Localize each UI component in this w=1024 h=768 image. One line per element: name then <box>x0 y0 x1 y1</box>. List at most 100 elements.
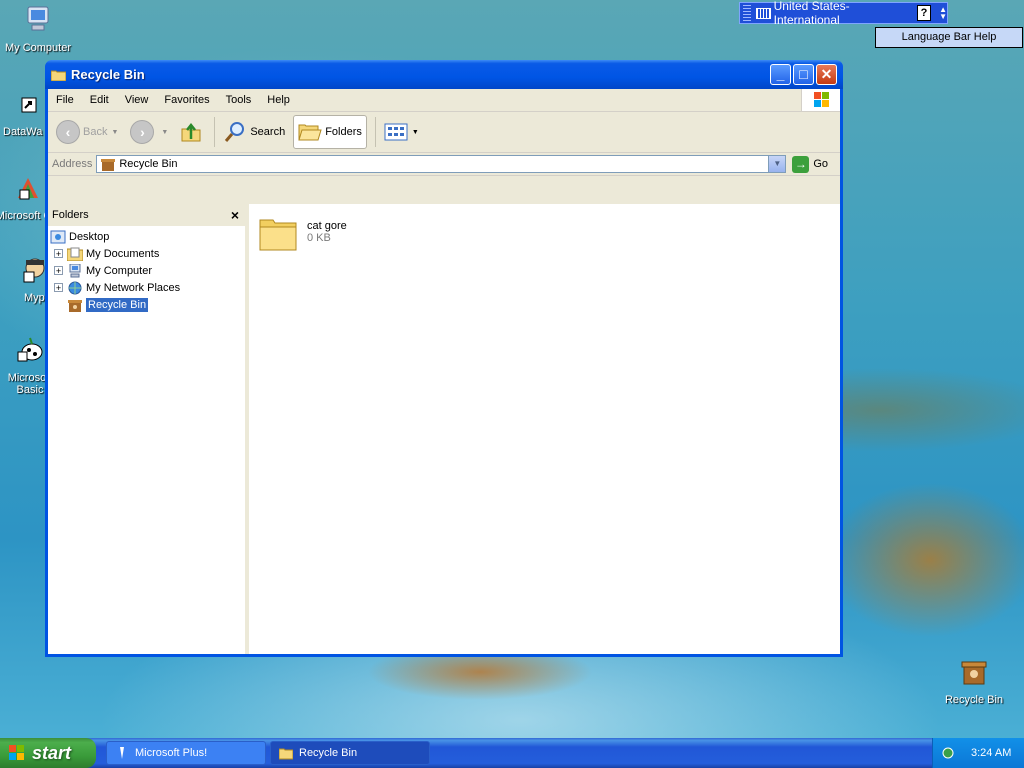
menu-tools[interactable]: Tools <box>218 94 260 106</box>
microsoft-plus-icon <box>120 747 124 759</box>
desktop-icon-label: My Computer <box>4 42 72 54</box>
start-button[interactable]: start <box>0 738 96 768</box>
task-label: Microsoft Plus! <box>135 747 208 759</box>
folders-button[interactable]: Folders <box>293 115 367 149</box>
folders-icon <box>298 124 322 141</box>
file-name: cat gore <box>307 220 347 232</box>
close-icon: ✕ <box>820 66 833 82</box>
explorer-window: Recycle Bin _ □ ✕ File Edit View Favorit… <box>45 60 843 657</box>
forward-button[interactable]: › ▼ <box>126 115 172 149</box>
tree-item-my-documents[interactable]: + My Documents <box>50 245 245 262</box>
tree-item-label: My Computer <box>86 264 153 277</box>
views-icon <box>384 123 408 141</box>
maximize-icon: □ <box>799 66 808 82</box>
start-label: start <box>32 742 72 763</box>
window-title: Recycle Bin <box>71 67 145 82</box>
address-input[interactable]: Recycle Bin ▼ <box>96 155 787 173</box>
expand-icon[interactable]: + <box>54 283 63 293</box>
language-bar-grip[interactable] <box>743 5 751 21</box>
file-list: cat gore 0 KB <box>249 204 840 654</box>
file-size: 0 KB <box>307 232 331 244</box>
my-documents-icon <box>67 247 83 261</box>
keyboard-icon <box>755 7 771 19</box>
standard-toolbar: ‹ Back ▼ › ▼ Search Folders ▼ <box>48 112 840 153</box>
network-icon <box>68 281 82 294</box>
task-label: Recycle Bin <box>299 747 358 759</box>
minimize-button[interactable]: _ <box>770 64 791 85</box>
windows-flag-icon <box>9 745 24 760</box>
language-label[interactable]: United States-International <box>774 0 907 27</box>
forward-arrow-icon: › <box>130 120 155 144</box>
go-label: Go <box>813 158 828 170</box>
up-button[interactable] <box>176 115 206 149</box>
folder-icon <box>51 70 66 81</box>
back-arrow-icon: ‹ <box>56 120 80 144</box>
menu-edit[interactable]: Edit <box>82 94 117 106</box>
folders-label: Folders <box>325 126 362 138</box>
go-arrow-icon: → <box>792 155 810 173</box>
language-bar-help-tooltip: Language Bar Help <box>875 27 1023 48</box>
back-button[interactable]: ‹ Back ▼ <box>52 115 122 149</box>
tree-item-my-computer[interactable]: + My Computer <box>50 262 245 279</box>
tree-item-desktop[interactable]: Desktop <box>50 228 245 245</box>
toolbar-separator <box>374 117 376 147</box>
recycle-bin-icon <box>961 661 987 685</box>
help-icon[interactable]: ? <box>916 5 932 21</box>
recycle-bin-icon <box>101 159 116 171</box>
file-item[interactable]: cat gore 0 KB <box>259 214 347 252</box>
menu-view[interactable]: View <box>117 94 157 106</box>
explorer-content: Folders × Desktop + My Documents + My Co… <box>48 204 840 654</box>
tree-item-label: My Documents <box>86 247 160 260</box>
close-button[interactable]: ✕ <box>816 64 837 85</box>
expand-icon[interactable]: + <box>54 266 63 276</box>
clock[interactable]: 3:24 AM <box>971 747 1011 759</box>
tree-item-recycle-bin[interactable]: Recycle Bin <box>50 296 245 313</box>
visual-cpp-icon <box>18 178 38 200</box>
menu-favorites[interactable]: Favorites <box>156 94 217 106</box>
taskbar-item-recycle-bin[interactable]: Recycle Bin <box>270 741 430 765</box>
tree-item-my-network-places[interactable]: + My Network Places <box>50 279 245 296</box>
shortcut-icon <box>21 97 37 113</box>
chevron-down-icon[interactable]: ▼ <box>161 129 168 136</box>
go-button[interactable]: → Go <box>792 155 828 173</box>
window-client: File Edit View Favorites Tools Help ‹ Ba… <box>48 89 840 654</box>
folders-pane-header: Folders × <box>48 204 245 226</box>
tree-item-label: Recycle Bin <box>86 297 149 312</box>
address-value: Recycle Bin <box>119 158 178 170</box>
address-label: Address <box>52 158 93 170</box>
chevron-down-icon[interactable]: ▼ <box>768 156 786 172</box>
taskbar-item-microsoft-plus[interactable]: Microsoft Plus! <box>106 741 266 765</box>
folder-up-icon <box>181 122 201 142</box>
address-bar: Address Recycle Bin ▼ → Go <box>48 153 840 176</box>
menu-file[interactable]: File <box>48 94 82 106</box>
windows-logo-icon <box>801 89 840 111</box>
language-bar-options-icon[interactable]: ▲ ▼ <box>939 6 947 21</box>
menu-bar: File Edit View Favorites Tools Help <box>48 89 840 112</box>
language-bar[interactable]: United States-International ? ▲ ▼ <box>739 0 948 27</box>
folder-tree: Desktop + My Documents + My Computer + M… <box>48 226 245 313</box>
system-tray: 3:24 AM <box>932 738 1024 768</box>
tree-item-label: My Network Places <box>86 281 181 294</box>
search-icon <box>225 122 245 142</box>
maximize-button[interactable]: □ <box>793 64 814 85</box>
close-icon[interactable]: × <box>231 207 239 223</box>
computer-icon <box>69 263 81 277</box>
folder-icon <box>259 219 297 251</box>
folders-pane-title: Folders <box>52 209 89 221</box>
search-label: Search <box>250 126 286 138</box>
network-tray-icon[interactable] <box>941 746 955 760</box>
views-button[interactable]: ▼ <box>380 115 423 149</box>
chevron-down-icon[interactable]: ▼ <box>412 129 419 136</box>
desktop-icon-recycle-bin[interactable]: Recycle Bin <box>936 656 1012 706</box>
desktop-icon-my-computer[interactable]: My Computer <box>0 4 76 54</box>
taskbar: start Microsoft Plus! Recycle Bin 3:24 A… <box>0 738 1024 768</box>
desktop-icon <box>50 230 66 243</box>
window-titlebar[interactable]: Recycle Bin _ □ ✕ <box>45 60 843 89</box>
desktop-icon-label: Recycle Bin <box>944 694 1004 706</box>
search-button[interactable]: Search <box>219 115 289 149</box>
chevron-down-icon[interactable]: ▼ <box>111 129 118 136</box>
expand-icon[interactable]: + <box>54 249 63 259</box>
cow-icon <box>17 337 43 362</box>
back-label: Back <box>83 126 108 138</box>
menu-help[interactable]: Help <box>259 94 298 106</box>
